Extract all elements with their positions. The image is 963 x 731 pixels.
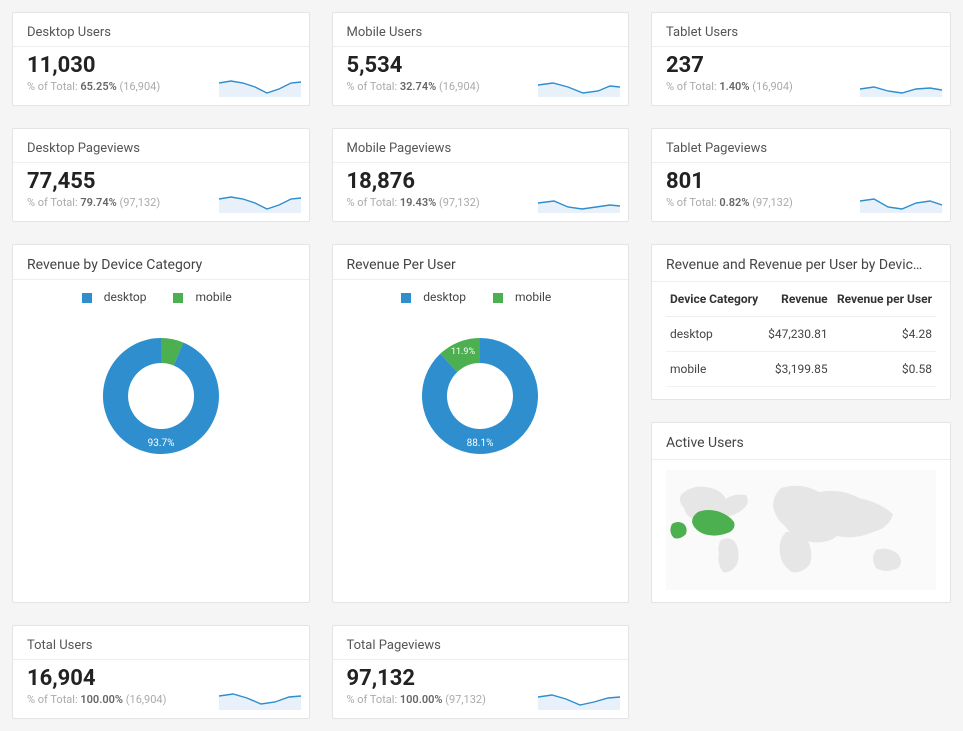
scorecard-desktop-users[interactable]: Desktop Users 11,030 % of Total: 65.25% …: [12, 12, 310, 106]
scorecard-title: Total Users: [27, 638, 295, 653]
revenue-table: Device Category Revenue Revenue per User…: [666, 282, 936, 387]
scorecard-title: Desktop Pageviews: [27, 141, 295, 156]
scorecard-total-pageviews[interactable]: Total Pageviews 97,132 % of Total: 100.0…: [332, 625, 630, 719]
scorecard-title: Desktop Users: [27, 25, 295, 40]
sparkline-icon: [538, 185, 620, 213]
sparkline-icon: [538, 69, 620, 97]
chart-legend: desktop mobile: [347, 290, 615, 304]
sparkline-icon: [219, 69, 301, 97]
scorecard-title: Mobile Users: [347, 25, 615, 40]
chart-title: Revenue by Device Category: [27, 257, 295, 273]
card-active-users-map[interactable]: Active Users: [651, 422, 951, 603]
scorecard-mobile-users[interactable]: Mobile Users 5,534 % of Total: 32.74% (1…: [332, 12, 630, 106]
scorecard-title: Total Pageviews: [347, 638, 615, 653]
sparkline-icon: [219, 682, 301, 710]
scorecard-mobile-pageviews[interactable]: Mobile Pageviews 18,876 % of Total: 19.4…: [332, 128, 630, 222]
world-map-icon: [666, 470, 936, 590]
col-header-device[interactable]: Device Category: [666, 282, 763, 317]
scorecard-tablet-users[interactable]: Tablet Users 237 % of Total: 1.40% (16,9…: [651, 12, 951, 106]
sparkline-icon: [538, 682, 620, 710]
donut-chart-icon: 93.7%: [81, 316, 241, 476]
scorecard-title: Tablet Users: [666, 25, 936, 40]
scorecard-desktop-pageviews[interactable]: Desktop Pageviews 77,455 % of Total: 79.…: [12, 128, 310, 222]
donut-chart-icon: 11.9% 88.1%: [400, 316, 560, 476]
sparkline-icon: [860, 69, 942, 97]
right-column-stack: Revenue and Revenue per User by Devic… D…: [651, 244, 951, 603]
table-title: Revenue and Revenue per User by Devic…: [666, 257, 936, 273]
svg-text:93.7%: 93.7%: [147, 438, 174, 449]
chart-title: Revenue Per User: [347, 257, 615, 273]
sparkline-icon: [219, 185, 301, 213]
dashboard-grid: Desktop Users 11,030 % of Total: 65.25% …: [12, 12, 951, 719]
scorecard-title: Tablet Pageviews: [666, 141, 936, 156]
chart-legend: desktop mobile: [27, 290, 295, 304]
col-header-revenue[interactable]: Revenue: [763, 282, 831, 317]
chart-revenue-per-user[interactable]: Revenue Per User desktop mobile 11.9% 88…: [332, 244, 630, 603]
svg-text:88.1%: 88.1%: [467, 438, 494, 449]
col-header-rpu[interactable]: Revenue per User: [832, 282, 936, 317]
table-revenue-by-device[interactable]: Revenue and Revenue per User by Devic… D…: [651, 244, 951, 400]
table-row[interactable]: desktop $47,230.81 $4.28: [666, 317, 936, 352]
scorecard-title: Mobile Pageviews: [347, 141, 615, 156]
sparkline-icon: [860, 185, 942, 213]
map-title: Active Users: [666, 435, 936, 451]
chart-revenue-by-device[interactable]: Revenue by Device Category desktop mobil…: [12, 244, 310, 603]
svg-text:11.9%: 11.9%: [451, 347, 476, 357]
scorecard-tablet-pageviews[interactable]: Tablet Pageviews 801 % of Total: 0.82% (…: [651, 128, 951, 222]
scorecard-total-users[interactable]: Total Users 16,904 % of Total: 100.00% (…: [12, 625, 310, 719]
table-row[interactable]: mobile $3,199.85 $0.58: [666, 352, 936, 387]
